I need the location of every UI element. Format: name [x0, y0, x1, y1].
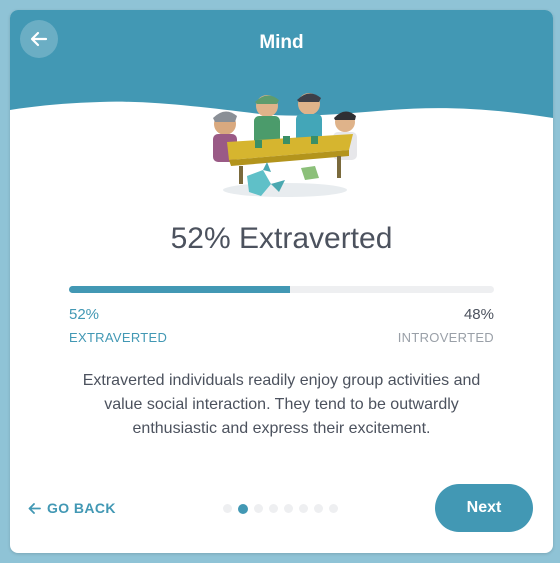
- result-headline: 52% Extraverted: [170, 222, 393, 255]
- page-title: Mind: [259, 32, 304, 53]
- pagination-dot: [314, 504, 323, 513]
- pagination-dot-active: [238, 503, 248, 514]
- pagination-dot: [329, 504, 338, 513]
- extraverted-percent: 52%: [69, 306, 100, 323]
- pagination-dot: [223, 504, 232, 513]
- pagination-dot: [284, 504, 293, 513]
- introverted-label: INTROVERTED: [397, 330, 494, 345]
- pagination-dot: [299, 504, 308, 513]
- trait-progress-bar: [69, 286, 494, 293]
- introverted-percent: 48%: [463, 306, 494, 323]
- result-card: Mind 52% Extraverted 52% 48% EXTRAVERTED…: [10, 10, 553, 553]
- next-button[interactable]: Next: [435, 484, 533, 532]
- pagination-dot: [269, 504, 278, 513]
- extraverted-label: EXTRAVERTED: [69, 330, 168, 345]
- trait-description: Extraverted individuals readily enjoy gr…: [82, 372, 481, 437]
- go-back-link[interactable]: GO BACK: [28, 500, 116, 516]
- pagination-dots: [223, 503, 338, 514]
- pagination-dot: [254, 504, 263, 513]
- group-at-table-illustration: [213, 93, 357, 197]
- arrow-left-icon: [28, 502, 41, 514]
- go-back-label: GO BACK: [47, 500, 116, 516]
- trait-progress-fill: [69, 286, 290, 293]
